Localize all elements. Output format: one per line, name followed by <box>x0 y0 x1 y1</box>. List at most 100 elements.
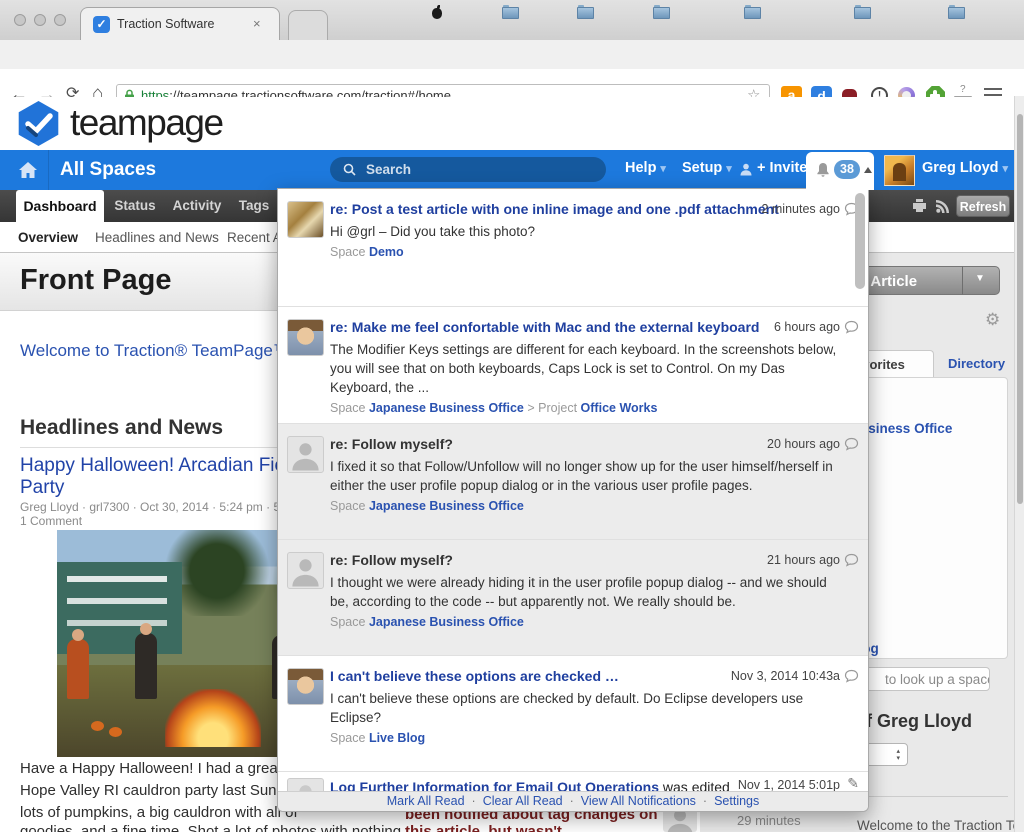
folder-icon <box>577 7 594 19</box>
article-comment-count[interactable]: 1 Comment <box>20 514 82 528</box>
article-paragraph-line1: Have a Happy Halloween! I had a great ti… <box>20 760 314 777</box>
teampage-logo-icon[interactable] <box>16 101 61 146</box>
notification-item[interactable]: re: Follow myself? I fixed it so that Fo… <box>278 423 868 539</box>
notification-title[interactable]: re: Follow myself? <box>330 551 790 570</box>
avatar <box>287 201 324 238</box>
space-link[interactable]: Japanese Business Office <box>369 615 524 629</box>
person-silhouette-icon <box>288 437 323 472</box>
avatar <box>287 668 324 705</box>
window-zoom-button[interactable] <box>54 14 66 26</box>
notification-item[interactable]: re: Make me feel confortable with Mac an… <box>278 306 868 423</box>
person <box>67 639 89 699</box>
search-icon <box>343 163 356 176</box>
teampage-header: teampage <box>0 97 1024 150</box>
print-icon[interactable] <box>912 199 927 213</box>
space-link[interactable]: Live Blog <box>369 731 425 745</box>
all-spaces-title[interactable]: All Spaces <box>60 159 156 181</box>
help-menu[interactable]: Help <box>625 160 666 176</box>
sidebar-bottom-text: Welcome to the Traction TeamP <box>857 818 1024 832</box>
notification-time: 21 hours ago <box>767 553 840 567</box>
tab-status[interactable]: Status <box>106 190 164 222</box>
subnav-headlines[interactable]: Headlines and News <box>95 230 219 245</box>
user-avatar[interactable] <box>884 155 915 186</box>
refresh-button[interactable]: Refresh <box>956 195 1010 217</box>
notification-body: I thought we were already hiding it in t… <box>330 573 838 611</box>
folder-icon <box>653 7 670 19</box>
new-article-dropdown[interactable] <box>962 266 1000 295</box>
article-paragraph-line3: lots of pumpkins, a big cauldron with al… <box>20 804 298 821</box>
cauldron-fire <box>165 689 261 747</box>
notification-body: I fixed it so that Follow/Unfollow will … <box>330 457 838 495</box>
rss-icon[interactable] <box>936 200 949 213</box>
browser-scrollbar[interactable] <box>1014 96 1024 832</box>
article-paragraph-line4: goodies, and a fine time. Shot a lot of … <box>20 823 401 832</box>
notification-item[interactable]: re: Post a test article with one inline … <box>278 189 868 306</box>
notification-item[interactable]: re: Follow myself? I thought we were alr… <box>278 539 868 655</box>
window-minimize-button[interactable] <box>34 14 46 26</box>
project-link[interactable]: Office Works <box>581 401 658 415</box>
person <box>135 633 157 699</box>
notification-space-line: Space Japanese Business Office <box>330 615 858 629</box>
behind-red-text-line2: this article, but wasn't <box>405 823 562 832</box>
home-space-icon[interactable] <box>18 161 38 179</box>
welcome-link[interactable]: Welcome to Traction® TeamPage™ <box>20 341 290 361</box>
notification-space-line: Space Japanese Business Office <box>330 499 858 513</box>
space-link[interactable]: Demo <box>369 245 404 259</box>
apple-icon <box>432 8 442 19</box>
invite-button[interactable]: + Invite <box>757 160 807 176</box>
tab-title: Traction Software <box>117 17 215 31</box>
notification-item[interactable]: I can't believe these options are checke… <box>278 655 868 771</box>
chrome-menu-icon[interactable] <box>984 88 1002 90</box>
comment-icon <box>844 553 859 567</box>
sidebar-tab-directory[interactable]: Directory <box>948 356 1005 371</box>
invite-person-icon[interactable] <box>740 163 753 176</box>
space-link[interactable]: Japanese Business Office <box>369 499 524 513</box>
panel-footer: Mark All Read·Clear All Read·View All No… <box>278 791 868 811</box>
notification-title[interactable]: re: Make me feel confortable with Mac an… <box>330 318 790 337</box>
tab-dashboard[interactable]: Dashboard <box>16 190 104 222</box>
setup-menu[interactable]: Setup <box>682 160 732 176</box>
notification-space-line: Space Japanese Business Office > Project… <box>330 401 858 415</box>
subnav-recent[interactable]: Recent A <box>227 230 282 245</box>
notification-title[interactable]: re: Follow myself? <box>330 435 790 454</box>
notification-body: I can't believe these options are checke… <box>330 689 838 727</box>
panel-scrollbar-thumb[interactable] <box>855 193 865 289</box>
article-byline: Greg Lloyd · grl7300 · Oct 30, 2014 · 5:… <box>20 500 291 514</box>
notifications-toggle[interactable]: 38 <box>806 152 874 190</box>
user-menu[interactable]: Greg Lloyd <box>922 160 1008 176</box>
traction-favicon-icon: ✓ <box>93 16 110 33</box>
subnav-overview[interactable]: Overview <box>18 230 78 245</box>
tab-tags[interactable]: Tags <box>230 190 278 222</box>
settings-link[interactable]: Settings <box>714 794 759 808</box>
tab-close-icon[interactable]: × <box>253 16 261 31</box>
comment-icon <box>844 320 859 334</box>
mark-all-read-link[interactable]: Mark All Read <box>387 794 465 808</box>
behind-timestamp: 29 minutes <box>737 813 801 828</box>
pumpkin <box>109 727 122 737</box>
article-title-line2[interactable]: Party <box>20 477 64 499</box>
notification-time: 2 minutes ago <box>761 202 840 216</box>
gear-icon[interactable] <box>985 310 1000 330</box>
notification-time: 20 hours ago <box>767 437 840 451</box>
view-all-notifications-link[interactable]: View All Notifications <box>581 794 696 808</box>
notification-body: Hi @grl – Did you take this photo? <box>330 222 838 241</box>
folder-icon <box>744 7 761 19</box>
browser-tab[interactable]: ✓ Traction Software × <box>80 7 280 41</box>
navbar-divider <box>48 150 49 190</box>
window-close-button[interactable] <box>14 14 26 26</box>
notification-time: Nov 3, 2014 10:43a <box>731 669 840 683</box>
notification-title[interactable]: re: Post a test article with one inline … <box>330 200 790 219</box>
space-link[interactable]: Japanese Business Office <box>369 401 524 415</box>
comment-icon <box>844 669 859 683</box>
search-input[interactable]: Search <box>330 157 606 182</box>
notification-space-line: Space Live Blog <box>330 731 858 745</box>
pumpkin <box>91 721 104 731</box>
new-tab-button[interactable] <box>288 10 328 41</box>
section-title: Headlines and News <box>20 416 223 440</box>
folder-icon <box>854 7 871 19</box>
clear-all-read-link[interactable]: Clear All Read <box>483 794 563 808</box>
tab-activity[interactable]: Activity <box>164 190 230 222</box>
notification-title[interactable]: I can't believe these options are checke… <box>330 667 790 686</box>
scrollbar-thumb[interactable] <box>1017 114 1023 504</box>
notification-time: 6 hours ago <box>774 320 840 334</box>
